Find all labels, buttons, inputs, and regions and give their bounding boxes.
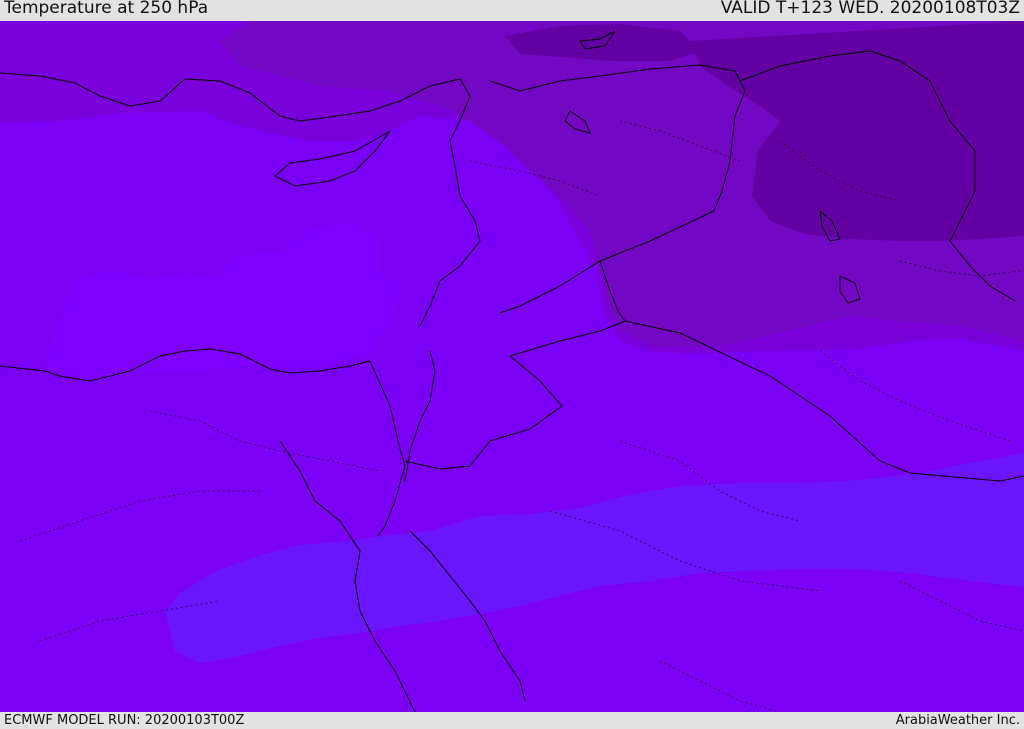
map-page: Temperature at 250 hPa VALID T+123 WED. … xyxy=(0,0,1024,729)
model-run-label: ECMWF MODEL RUN: 20200103T00Z xyxy=(4,713,245,728)
brand-label: ArabiaWeather Inc. xyxy=(895,713,1020,728)
header-bar: Temperature at 250 hPa VALID T+123 WED. … xyxy=(0,0,1024,21)
footer-bar: ECMWF MODEL RUN: 20200103T00Z ArabiaWeat… xyxy=(0,712,1024,729)
valid-time-label: VALID T+123 WED. 20200108T03Z xyxy=(720,0,1020,18)
map-svg xyxy=(0,21,1024,712)
map-title: Temperature at 250 hPa xyxy=(4,0,209,18)
weather-map[interactable] xyxy=(0,21,1024,712)
